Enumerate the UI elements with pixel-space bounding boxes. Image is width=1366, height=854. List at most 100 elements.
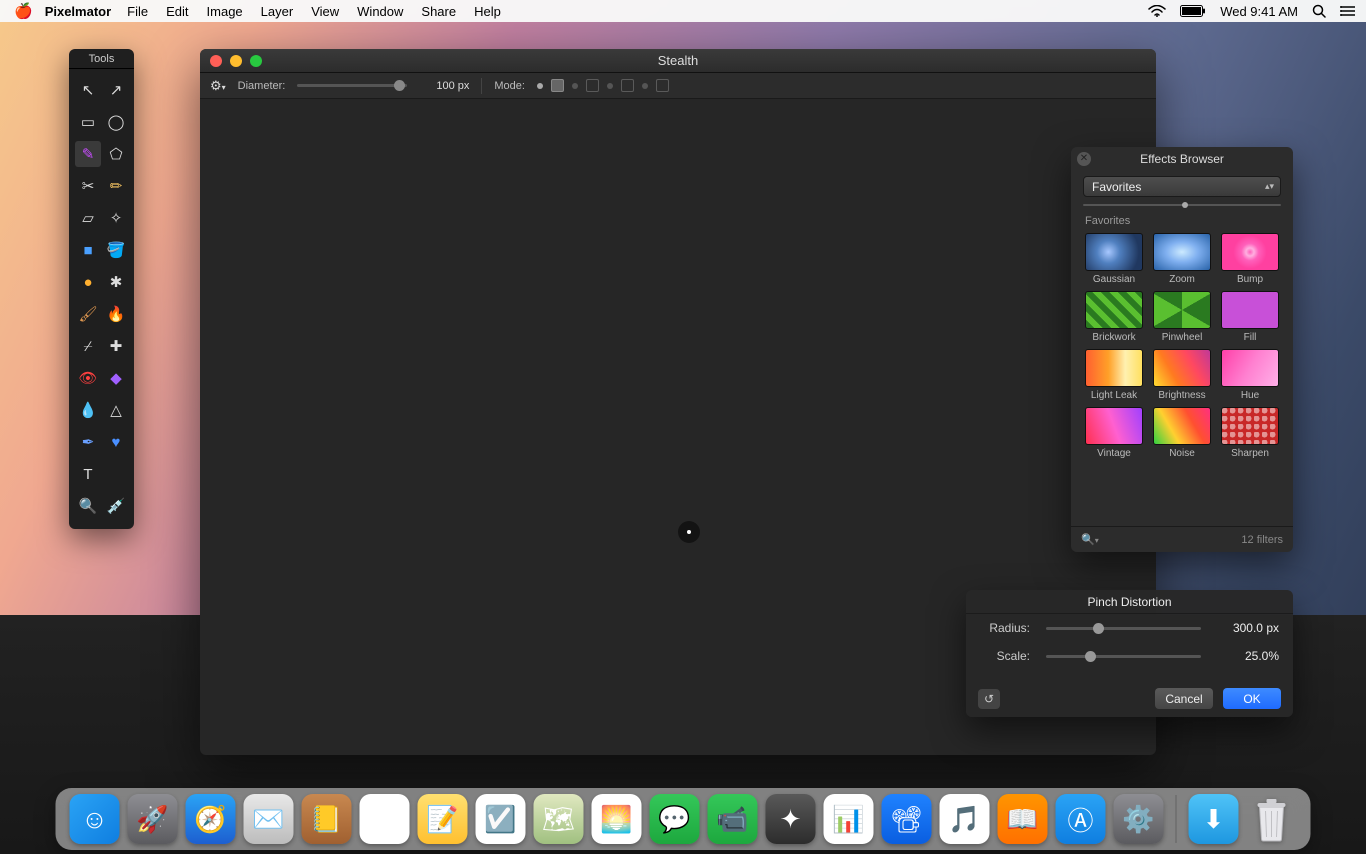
text-tool-icon[interactable]: T <box>75 461 101 487</box>
eraser-tool-icon[interactable]: ▱ <box>75 205 101 231</box>
effect-label: Pinwheel <box>1162 332 1203 343</box>
effect-center-handle[interactable] <box>678 521 700 543</box>
effects-search-icon[interactable]: 🔍▾ <box>1081 533 1099 546</box>
clone-stamp-tool-icon[interactable]: ⌿ <box>75 333 101 359</box>
window-close-icon[interactable] <box>210 55 222 67</box>
dock-safari-icon[interactable]: 🧭 <box>186 794 236 844</box>
magic-eraser-tool-icon[interactable]: ✧ <box>103 205 129 231</box>
move-tool-icon[interactable]: ↖ <box>75 77 101 103</box>
dock-pixelmator-icon[interactable]: ✦ <box>766 794 816 844</box>
dock-contacts-icon[interactable]: 📒 <box>302 794 352 844</box>
spotlight-icon[interactable] <box>1312 4 1326 18</box>
effect-hue[interactable]: Hue <box>1219 349 1281 401</box>
window-minimize-icon[interactable] <box>230 55 242 67</box>
eyedropper-tool-icon[interactable]: 💉 <box>103 493 129 519</box>
cancel-button[interactable]: Cancel <box>1155 688 1213 709</box>
menu-image[interactable]: Image <box>207 4 243 19</box>
effect-brightness[interactable]: Brightness <box>1151 349 1213 401</box>
mode-subtract-icon[interactable] <box>607 83 613 89</box>
effect-bump[interactable]: Bump <box>1219 233 1281 285</box>
menu-help[interactable]: Help <box>474 4 501 19</box>
measure-tool-icon[interactable] <box>103 461 129 487</box>
wifi-icon[interactable] <box>1148 5 1166 17</box>
dock-systemprefs-icon[interactable]: ⚙️ <box>1114 794 1164 844</box>
spray-tool-icon[interactable]: ✱ <box>103 269 129 295</box>
reset-button-icon[interactable]: ↺ <box>978 689 1000 709</box>
pen-tool-icon[interactable]: ✒ <box>75 429 101 455</box>
effects-close-icon[interactable]: ✕ <box>1077 152 1091 166</box>
burn-tool-icon[interactable]: 🔥 <box>103 301 129 327</box>
dock-notes-icon[interactable]: 📝 <box>418 794 468 844</box>
sponge-tool-icon[interactable]: ● <box>75 269 101 295</box>
healing-tool-icon[interactable]: ✚ <box>103 333 129 359</box>
gradient-tool-icon[interactable]: ■ <box>75 237 101 263</box>
window-zoom-icon[interactable] <box>250 55 262 67</box>
diameter-value[interactable]: 100 px <box>419 80 469 92</box>
apple-menu-icon[interactable]: 🍎 <box>14 2 33 20</box>
effect-pinwheel[interactable]: Pinwheel <box>1151 291 1213 343</box>
effects-category-dropdown[interactable]: Favorites ▴▾ <box>1083 176 1281 197</box>
scale-value[interactable]: 25.0% <box>1217 649 1279 663</box>
dock-trash-icon[interactable] <box>1247 794 1297 844</box>
select-tool-icon[interactable]: ↗ <box>103 77 129 103</box>
mode-add-icon[interactable] <box>572 83 578 89</box>
radius-value[interactable]: 300.0 px <box>1217 621 1279 635</box>
mode-intersect-icon[interactable] <box>642 83 648 89</box>
effect-zoom[interactable]: Zoom <box>1151 233 1213 285</box>
mode-new-icon[interactable] <box>537 83 543 89</box>
dock-photos-icon[interactable]: 🌅 <box>592 794 642 844</box>
lasso-tool-icon[interactable]: ✎ <box>75 141 101 167</box>
menu-file[interactable]: File <box>127 4 148 19</box>
dock-reminders-icon[interactable]: ☑️ <box>476 794 526 844</box>
menu-window[interactable]: Window <box>357 4 403 19</box>
zoom-tool-icon[interactable]: 🔍 <box>75 493 101 519</box>
effect-fill[interactable]: Fill <box>1219 291 1281 343</box>
radius-slider[interactable] <box>1046 627 1201 630</box>
dock-launchpad-icon[interactable]: 🚀 <box>128 794 178 844</box>
effect-gaussian[interactable]: Gaussian <box>1083 233 1145 285</box>
pencil-tool-icon[interactable]: ✏ <box>103 173 129 199</box>
battery-icon[interactable] <box>1180 5 1206 17</box>
warp-tool-icon[interactable]: ◆ <box>103 365 129 391</box>
dock-calendar-icon[interactable]: 🗓 <box>360 794 410 844</box>
sharpen-tool-icon[interactable]: △ <box>103 397 129 423</box>
dock-messages-icon[interactable]: 💬 <box>650 794 700 844</box>
effect-vintage[interactable]: Vintage <box>1083 407 1145 459</box>
ellipse-select-tool-icon[interactable]: ◯ <box>103 109 129 135</box>
menu-share[interactable]: Share <box>421 4 456 19</box>
marquee-tool-icon[interactable]: ▭ <box>75 109 101 135</box>
document-titlebar[interactable]: Stealth <box>200 49 1156 73</box>
effect-sharpen[interactable]: Sharpen <box>1219 407 1281 459</box>
dock-downloads-icon[interactable]: ⬇ <box>1189 794 1239 844</box>
effects-thumbnail-size-slider[interactable] <box>1083 201 1281 209</box>
dock-itunes-icon[interactable]: 🎵 <box>940 794 990 844</box>
polygon-lasso-tool-icon[interactable]: ⬠ <box>103 141 129 167</box>
tool-options-menu-icon[interactable]: ⚙▾ <box>210 78 226 94</box>
dock-mail-icon[interactable]: ✉️ <box>244 794 294 844</box>
dock-keynote-icon[interactable]: 📽 <box>882 794 932 844</box>
blur-tool-icon[interactable]: 💧 <box>75 397 101 423</box>
notification-center-icon[interactable] <box>1340 5 1356 17</box>
app-name[interactable]: Pixelmator <box>45 4 111 19</box>
effect-light-leak[interactable]: Light Leak <box>1083 349 1145 401</box>
effect-brickwork[interactable]: Brickwork <box>1083 291 1145 343</box>
menubar-clock[interactable]: Wed 9:41 AM <box>1220 4 1298 19</box>
ok-button[interactable]: OK <box>1223 688 1281 709</box>
shape-tool-icon[interactable]: ♥ <box>103 429 129 455</box>
dock-ibooks-icon[interactable]: 📖 <box>998 794 1048 844</box>
dock-facetime-icon[interactable]: 📹 <box>708 794 758 844</box>
scale-slider[interactable] <box>1046 655 1201 658</box>
effect-noise[interactable]: Noise <box>1151 407 1213 459</box>
brush-tool-icon[interactable]: 🖌 <box>75 301 101 327</box>
dock-appstore-icon[interactable]: Ⓐ <box>1056 794 1106 844</box>
menu-view[interactable]: View <box>311 4 339 19</box>
dock-maps-icon[interactable]: 🗺 <box>534 794 584 844</box>
dock-finder-icon[interactable]: ☺ <box>70 794 120 844</box>
menu-edit[interactable]: Edit <box>166 4 188 19</box>
crop-tool-icon[interactable]: ✂ <box>75 173 101 199</box>
diameter-slider[interactable] <box>297 84 407 87</box>
menu-layer[interactable]: Layer <box>261 4 294 19</box>
paintbucket-tool-icon[interactable]: 🪣 <box>103 237 129 263</box>
dock-numbers-icon[interactable]: 📊 <box>824 794 874 844</box>
redeye-tool-icon[interactable]: 👁 <box>75 365 101 391</box>
